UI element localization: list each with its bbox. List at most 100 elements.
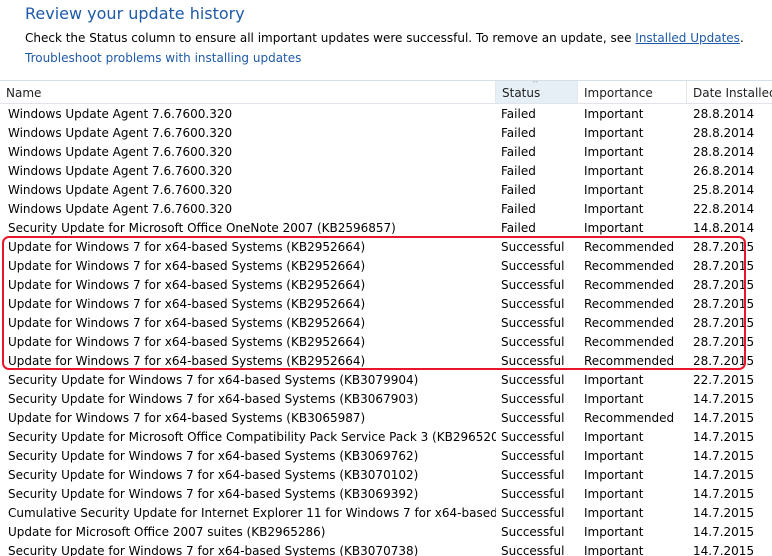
cell-importance: Recommended <box>584 354 675 368</box>
cell-importance: Important <box>584 506 644 520</box>
cell-status: Failed <box>501 183 536 197</box>
cell-importance: Important <box>584 525 644 539</box>
cell-status: Failed <box>501 107 536 121</box>
table-row[interactable]: Update for Windows 7 for x64-based Syste… <box>0 352 772 371</box>
table-row[interactable]: Security Update for Windows 7 for x64-ba… <box>0 485 772 504</box>
cell-status: Successful <box>501 259 565 273</box>
cell-importance: Important <box>584 183 644 197</box>
cell-name: Windows Update Agent 7.6.7600.320 <box>8 183 233 197</box>
table-row[interactable]: Security Update for Windows 7 for x64-ba… <box>0 542 772 556</box>
table-row[interactable]: Cumulative Security Update for Internet … <box>0 504 772 523</box>
table-row[interactable]: Update for Windows 7 for x64-based Syste… <box>0 314 772 333</box>
cell-importance: Important <box>584 449 644 463</box>
cell-importance: Recommended <box>584 297 675 311</box>
cell-date-installed: 28.7.2015 <box>693 240 755 254</box>
column-header-status[interactable]: ^ Status <box>496 81 578 103</box>
cell-status: Successful <box>501 316 565 330</box>
table-row[interactable]: Update for Microsoft Office 2007 suites … <box>0 523 772 542</box>
troubleshoot-link[interactable]: Troubleshoot problems with installing up… <box>25 51 301 65</box>
cell-status: Successful <box>501 506 565 520</box>
table-row[interactable]: Update for Windows 7 for x64-based Syste… <box>0 257 772 276</box>
table-row[interactable]: Windows Update Agent 7.6.7600.320 Failed I… <box>0 143 772 162</box>
cell-status: Failed <box>501 221 536 235</box>
cell-name: Update for Windows 7 for x64-based Syste… <box>8 335 366 349</box>
table-row[interactable]: Windows Update Agent 7.6.7600.320 Failed I… <box>0 105 772 124</box>
cell-date-installed: 28.8.2014 <box>693 107 755 121</box>
cell-importance: Important <box>584 392 644 406</box>
cell-date-installed: 28.7.2015 <box>693 278 755 292</box>
cell-status: Successful <box>501 468 565 482</box>
cell-date-installed: 25.8.2014 <box>693 183 755 197</box>
cell-importance: Important <box>584 221 644 235</box>
cell-status: Successful <box>501 354 565 368</box>
cell-importance: Recommended <box>584 240 675 254</box>
cell-name: Update for Windows 7 for x64-based Syste… <box>8 411 366 425</box>
cell-name: Security Update for Microsoft Office One… <box>8 221 396 235</box>
cell-importance: Important <box>584 468 644 482</box>
cell-date-installed: 22.8.2014 <box>693 202 755 216</box>
cell-name: Update for Windows 7 for x64-based Syste… <box>8 297 366 311</box>
cell-status: Successful <box>501 240 565 254</box>
table-row[interactable]: Update for Windows 7 for x64-based Syste… <box>0 409 772 428</box>
column-header-date-installed-label: Date Installed <box>693 86 772 100</box>
table-row[interactable]: Security Update for Windows 7 for x64-ba… <box>0 371 772 390</box>
cell-name: Update for Windows 7 for x64-based Syste… <box>8 316 366 330</box>
cell-importance: Recommended <box>584 259 675 273</box>
cell-importance: Important <box>584 145 644 159</box>
column-header-name[interactable]: Name <box>0 81 496 103</box>
cell-date-installed: 14.7.2015 <box>693 392 755 406</box>
table-row[interactable]: Windows Update Agent 7.6.7600.320 Failed I… <box>0 181 772 200</box>
table-row[interactable]: Update for Windows 7 for x64-based Syste… <box>0 276 772 295</box>
cell-date-installed: 14.7.2015 <box>693 411 755 425</box>
cell-status: Successful <box>501 411 565 425</box>
cell-importance: Important <box>584 107 644 121</box>
cell-name: Security Update for Windows 7 for x64-ba… <box>8 373 419 387</box>
page-title: Review your update history <box>25 4 245 23</box>
table-row[interactable]: Security Update for Windows 7 for x64-ba… <box>0 390 772 409</box>
table-row[interactable]: Security Update for Microsoft Office Com… <box>0 428 772 447</box>
cell-name: Security Update for Windows 7 for x64-ba… <box>8 392 419 406</box>
cell-status: Failed <box>501 145 536 159</box>
table-row[interactable]: Security Update for Windows 7 for x64-ba… <box>0 447 772 466</box>
installed-updates-link[interactable]: Installed Updates <box>635 31 740 45</box>
update-rows: Windows Update Agent 7.6.7600.320 Failed I… <box>0 105 772 556</box>
cell-date-installed: 14.7.2015 <box>693 487 755 501</box>
cell-name: Update for Windows 7 for x64-based Syste… <box>8 354 366 368</box>
cell-name: Update for Windows 7 for x64-based Syste… <box>8 240 366 254</box>
table-row[interactable]: Update for Windows 7 for x64-based Syste… <box>0 238 772 257</box>
cell-name: Security Update for Windows 7 for x64-ba… <box>8 544 419 556</box>
column-header-date-installed[interactable]: Date Installed <box>687 81 772 103</box>
cell-name: Windows Update Agent 7.6.7600.320 <box>8 107 233 121</box>
cell-name: Security Update for Windows 7 for x64-ba… <box>8 468 419 482</box>
cell-date-installed: 28.8.2014 <box>693 126 755 140</box>
cell-name: Security Update for Microsoft Office Com… <box>8 430 496 444</box>
cell-importance: Recommended <box>584 335 675 349</box>
cell-status: Successful <box>501 449 565 463</box>
table-row[interactable]: Security Update for Microsoft Office One… <box>0 219 772 238</box>
cell-status: Successful <box>501 373 565 387</box>
table-row[interactable]: Security Update for Windows 7 for x64-ba… <box>0 466 772 485</box>
cell-date-installed: 14.7.2015 <box>693 430 755 444</box>
cell-status: Successful <box>501 544 565 556</box>
cell-importance: Recommended <box>584 316 675 330</box>
cell-name: Windows Update Agent 7.6.7600.320 <box>8 202 233 216</box>
cell-date-installed: 14.7.2015 <box>693 468 755 482</box>
cell-date-installed: 14.7.2015 <box>693 544 755 556</box>
cell-importance: Important <box>584 202 644 216</box>
table-row[interactable]: Windows Update Agent 7.6.7600.320 Failed I… <box>0 124 772 143</box>
cell-date-installed: 28.7.2015 <box>693 297 755 311</box>
cell-date-installed: 14.7.2015 <box>693 449 755 463</box>
table-row[interactable]: Windows Update Agent 7.6.7600.320 Failed I… <box>0 200 772 219</box>
cell-date-installed: 28.8.2014 <box>693 145 755 159</box>
cell-status: Successful <box>501 297 565 311</box>
column-header-row: Name ^ Status Importance Date Installed <box>0 81 772 104</box>
cell-importance: Important <box>584 126 644 140</box>
cell-date-installed: 26.8.2014 <box>693 164 755 178</box>
column-header-importance[interactable]: Importance <box>578 81 687 103</box>
table-row[interactable]: Update for Windows 7 for x64-based Syste… <box>0 333 772 352</box>
cell-importance: Recommended <box>584 411 675 425</box>
cell-date-installed: 28.7.2015 <box>693 316 755 330</box>
update-history-list[interactable]: Name ^ Status Importance Date Installed W… <box>0 80 772 556</box>
table-row[interactable]: Update for Windows 7 for x64-based Syste… <box>0 295 772 314</box>
table-row[interactable]: Windows Update Agent 7.6.7600.320 Failed I… <box>0 162 772 181</box>
